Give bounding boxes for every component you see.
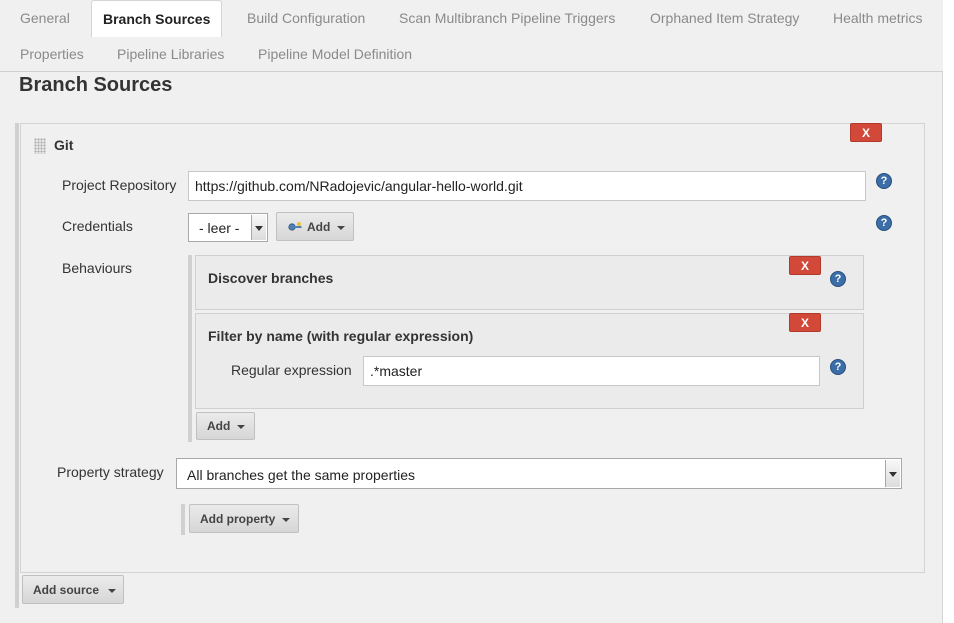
caret-down-icon	[237, 425, 245, 429]
tab-pipeline-libraries[interactable]: Pipeline Libraries	[117, 46, 224, 62]
caret-down-icon	[282, 517, 290, 522]
add-behaviour-button[interactable]: Add	[196, 412, 255, 440]
project-repository-input[interactable]: https://github.com/NRadojevic/angular-he…	[188, 171, 866, 201]
git-source-title: Git	[54, 137, 74, 153]
tab-general[interactable]: General	[20, 10, 70, 26]
caret-down-icon	[108, 588, 116, 593]
add-credentials-button[interactable]: Add	[276, 212, 354, 241]
tab-build-configuration[interactable]: Build Configuration	[247, 10, 365, 26]
key-icon	[288, 222, 302, 231]
caret-down-icon	[337, 225, 345, 230]
tab-branch-sources[interactable]: Branch Sources	[91, 0, 223, 37]
tab-pipeline-model-definition[interactable]: Pipeline Model Definition	[258, 46, 412, 62]
tab-properties[interactable]: Properties	[20, 46, 84, 62]
chevron-down-icon	[251, 215, 266, 240]
credentials-label: Credentials	[62, 218, 133, 234]
delete-source-button[interactable]: X	[850, 123, 882, 142]
property-strategy-select[interactable]: All branches get the same properties	[176, 458, 902, 489]
delete-filter-by-name-button[interactable]: X	[789, 313, 821, 332]
property-strategy-label: Property strategy	[57, 464, 164, 480]
credentials-select[interactable]: - leer -	[188, 213, 268, 242]
discover-branches-help-icon[interactable]: ?	[830, 271, 846, 287]
credentials-selected-value: - leer -	[199, 220, 240, 236]
add-behaviour-label: Add	[207, 419, 231, 433]
add-property-left-bar	[181, 504, 185, 535]
project-repository-label: Project Repository	[62, 177, 177, 193]
add-property-button[interactable]: Add property	[189, 504, 299, 533]
tab-bar: General Branch Sources Build Configurati…	[0, 0, 943, 72]
add-property-label: Add property	[200, 511, 276, 526]
delete-discover-branches-button[interactable]: X	[789, 256, 821, 275]
behaviours-label: Behaviours	[62, 260, 133, 276]
regular-expression-label: Regular expression	[231, 362, 352, 378]
drag-handle-icon[interactable]	[34, 138, 46, 154]
property-strategy-selected-value: All branches get the same properties	[187, 467, 416, 483]
filter-by-name-title: Filter by name (with regular expression)	[208, 328, 474, 344]
tab-scan-multibranch-pipeline-triggers[interactable]: Scan Multibranch Pipeline Triggers	[399, 10, 615, 26]
tab-health-metrics[interactable]: Health metrics	[833, 10, 922, 26]
regular-expression-input[interactable]: .*master	[363, 356, 820, 386]
source-left-bar	[15, 123, 19, 608]
add-source-button[interactable]: Add source	[22, 575, 124, 604]
tab-orphaned-item-strategy[interactable]: Orphaned Item Strategy	[650, 10, 799, 26]
add-credentials-label: Add	[307, 219, 331, 234]
project-repository-help-icon[interactable]: ?	[876, 173, 892, 189]
section-title: Branch Sources	[19, 74, 173, 96]
behaviours-left-bar	[188, 255, 192, 442]
add-source-label: Add source	[33, 582, 100, 597]
chevron-down-icon	[885, 460, 900, 487]
credentials-help-icon[interactable]: ?	[876, 215, 892, 231]
discover-branches-title: Discover branches	[208, 270, 334, 286]
regular-expression-help-icon[interactable]: ?	[830, 359, 846, 375]
